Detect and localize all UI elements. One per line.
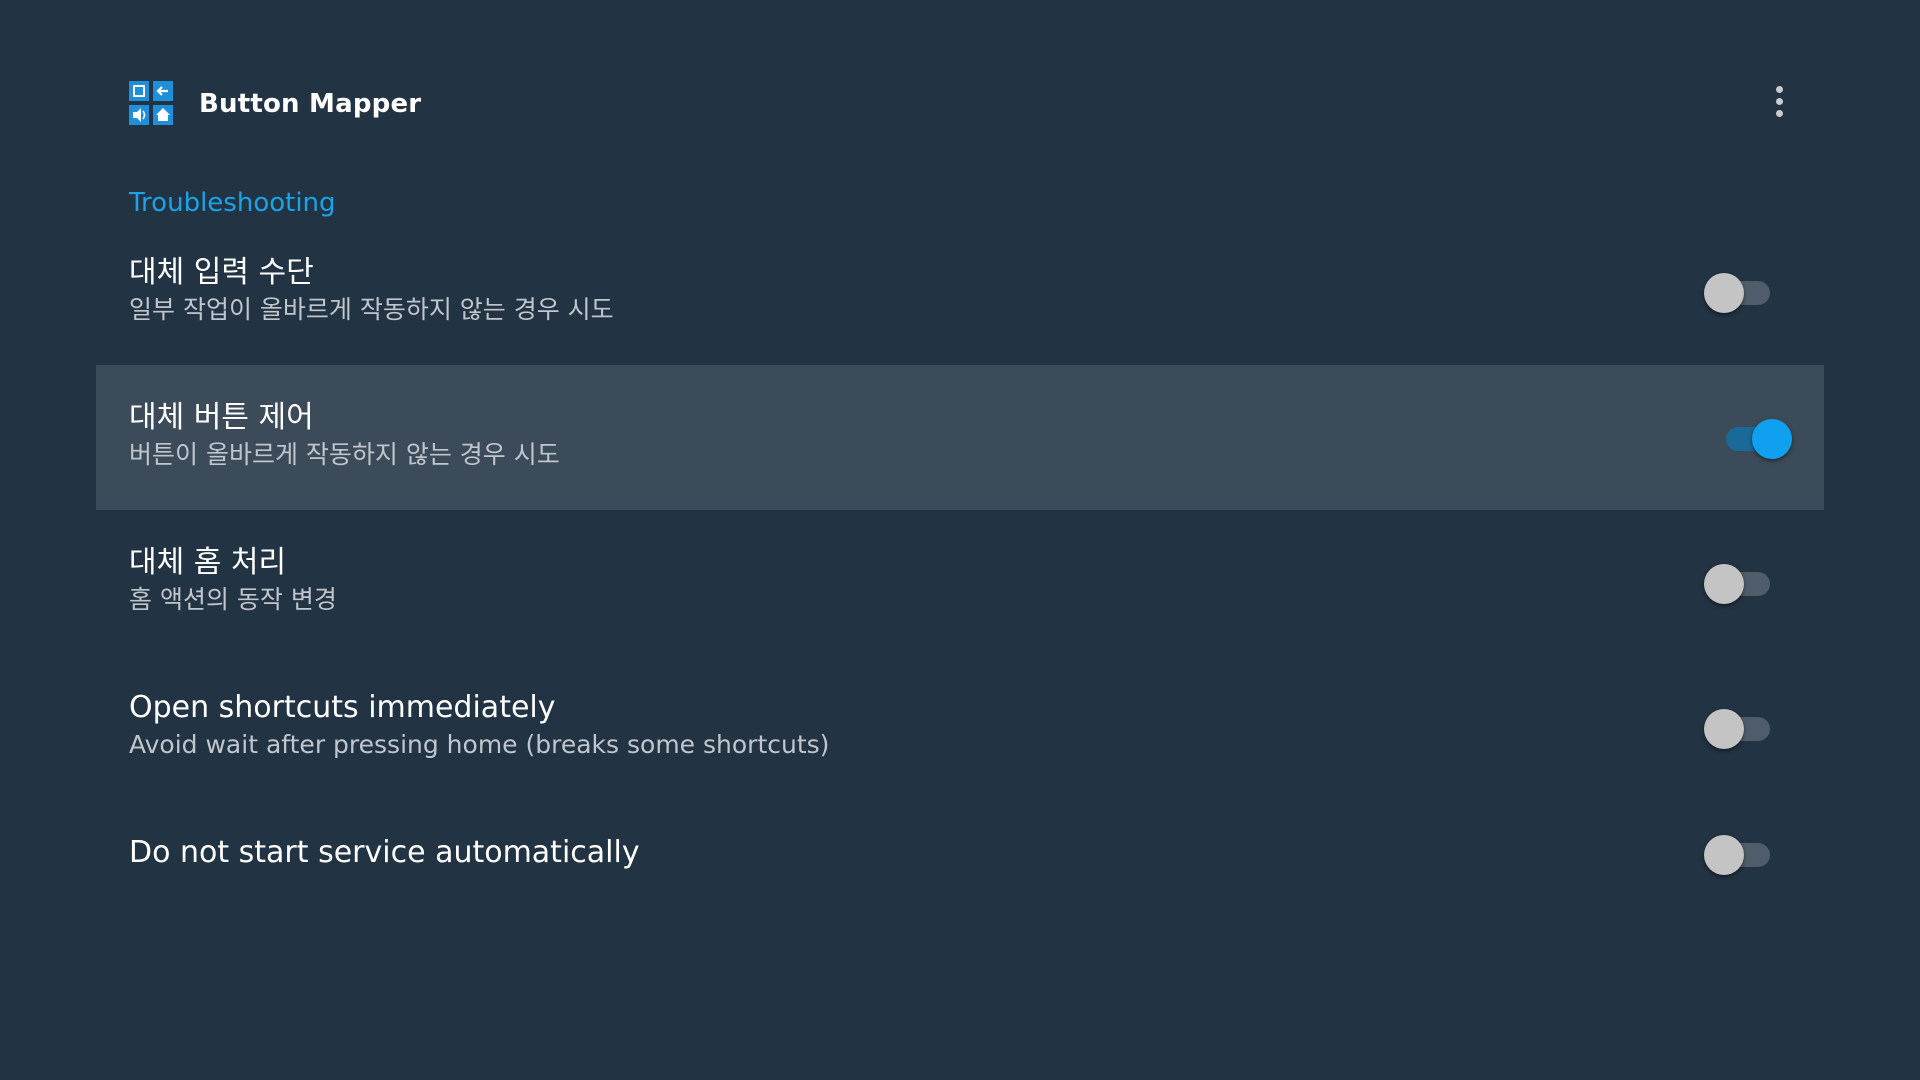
setting-open-shortcuts-immediately[interactable]: Open shortcuts immediately Avoid wait af…: [96, 655, 1824, 800]
setting-title: 대체 입력 수단: [129, 255, 314, 290]
toggle-switch[interactable]: [1704, 267, 1776, 315]
toggle-switch[interactable]: [1704, 829, 1776, 877]
setting-summary: 버튼이 올바르게 작동하지 않는 경우 시도: [129, 440, 560, 469]
app-bar: Button Mapper: [0, 0, 1920, 150]
setting-title: Do not start service automatically: [129, 835, 640, 870]
section-header-troubleshooting: Troubleshooting: [129, 188, 336, 218]
setting-do-not-start-service[interactable]: Do not start service automatically: [96, 800, 1824, 905]
toggle-switch[interactable]: [1720, 413, 1792, 461]
setting-alternative-home-handling[interactable]: 대체 홈 처리 홈 액션의 동작 변경: [96, 510, 1824, 655]
more-vert-icon[interactable]: [1762, 78, 1798, 126]
toggle-switch[interactable]: [1704, 558, 1776, 606]
toggle-switch[interactable]: [1704, 703, 1776, 751]
setting-title: Open shortcuts immediately: [129, 690, 556, 725]
setting-alternative-input[interactable]: 대체 입력 수단 일부 작업이 올바르게 작동하지 않는 경우 시도: [96, 220, 1824, 365]
button-mapper-app-icon: [129, 81, 173, 125]
setting-summary: 홈 액션의 동작 변경: [129, 585, 337, 614]
setting-title: 대체 홈 처리: [129, 545, 287, 580]
setting-alternative-button-control[interactable]: 대체 버튼 제어 버튼이 올바르게 작동하지 않는 경우 시도: [96, 365, 1824, 510]
setting-title: 대체 버튼 제어: [129, 400, 314, 435]
setting-summary: 일부 작업이 올바르게 작동하지 않는 경우 시도: [129, 295, 614, 324]
setting-summary: Avoid wait after pressing home (breaks s…: [129, 730, 830, 759]
settings-screen: Button Mapper Troubleshooting 대체 입력 수단 일…: [0, 0, 1920, 1080]
app-title: Button Mapper: [199, 89, 422, 119]
